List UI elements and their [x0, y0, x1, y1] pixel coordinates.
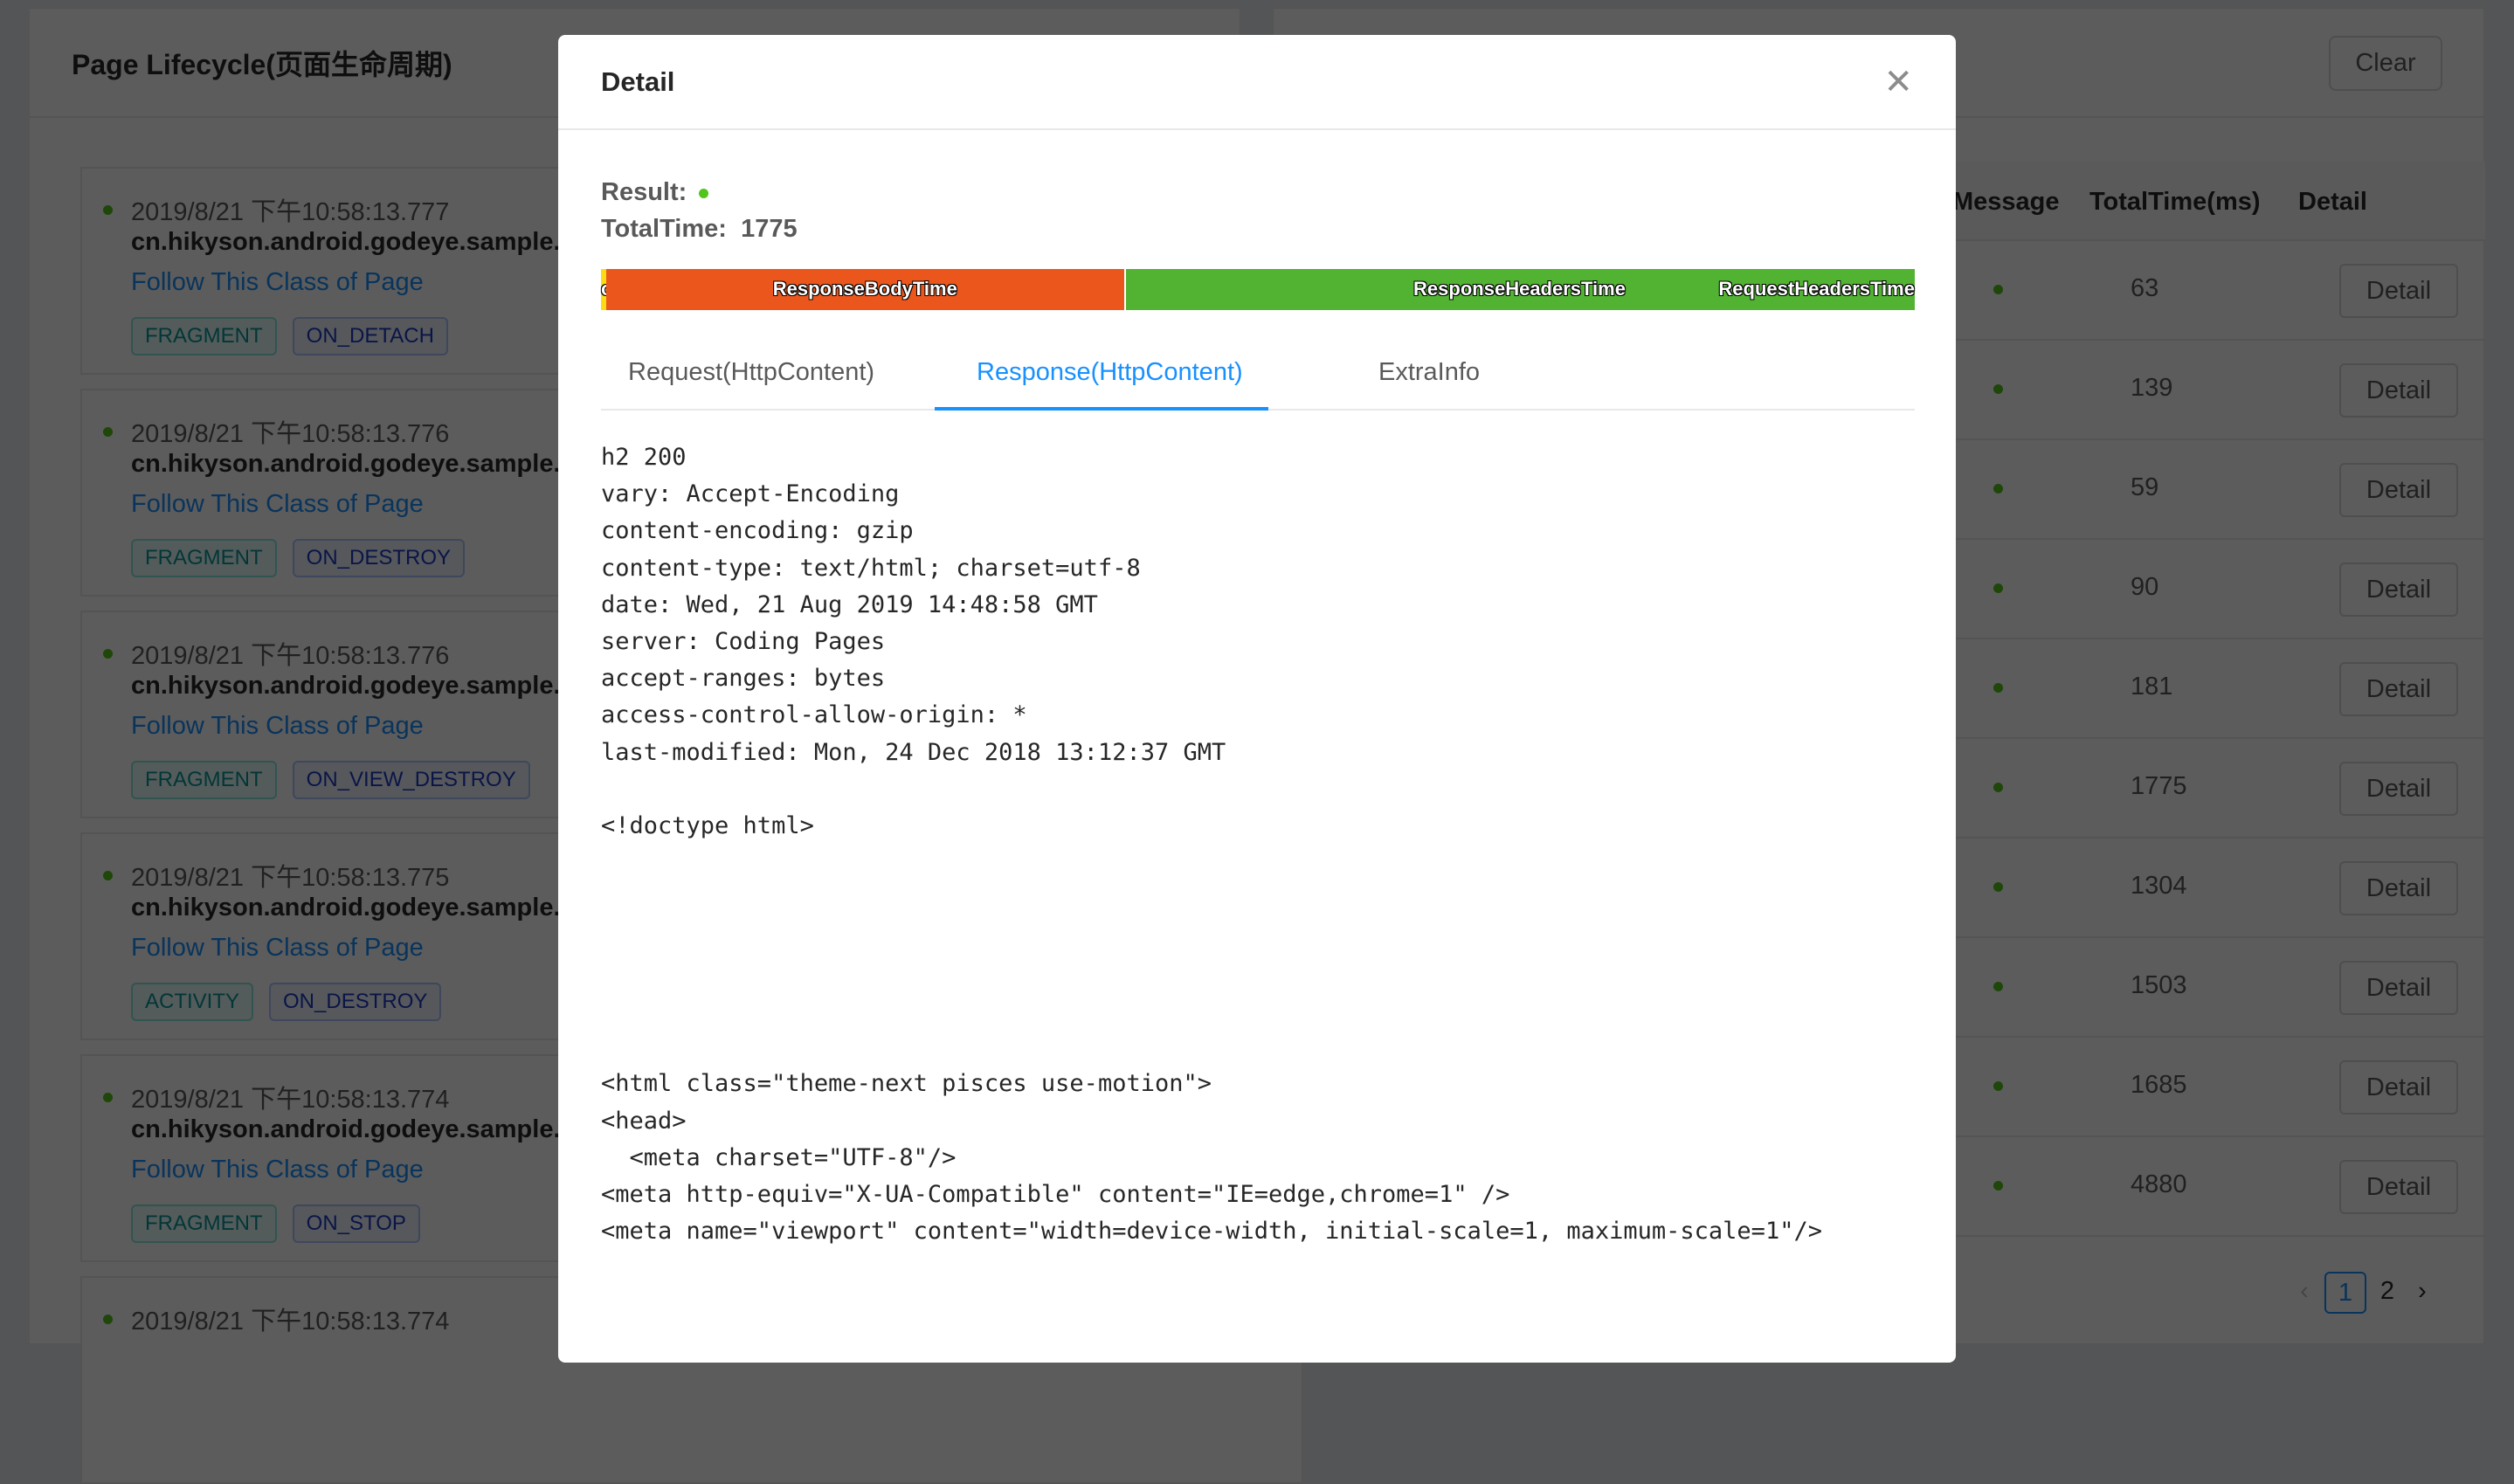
timing-bar: otherTimeResponseBodyTimeResponseHeaders… — [601, 269, 1915, 310]
status-dot — [1993, 683, 2003, 693]
status-dot — [1993, 484, 2003, 494]
timing-segment: ResponseBodyTime — [606, 269, 1124, 310]
timing-segment-label: ResponseBodyTime — [772, 278, 957, 300]
detail-button[interactable]: Detail — [2339, 861, 2458, 915]
detail-button[interactable]: Detail — [2339, 662, 2458, 716]
status-dot — [103, 1315, 113, 1324]
total-time-cell: 1685 — [2131, 1071, 2187, 1099]
detail-button[interactable]: Detail — [2339, 563, 2458, 617]
detail-button[interactable]: Detail — [2339, 264, 2458, 318]
pagination-prev[interactable]: ‹ — [2291, 1272, 2317, 1314]
status-dot — [103, 871, 113, 880]
tab-request[interactable]: Request(HttpContent) — [628, 358, 874, 387]
status-dot — [103, 427, 113, 437]
timing-segment-label: ResponseHeadersTime — [1413, 278, 1626, 300]
detail-tabs: Request(HttpContent) Response(HttpConten… — [601, 349, 1915, 411]
column-header-detail: Detail — [2298, 188, 2367, 216]
pagination-next[interactable]: › — [2409, 1272, 2435, 1314]
status-dot — [1993, 882, 2003, 892]
result-status-dot — [699, 188, 709, 198]
active-tab-indicator — [935, 407, 1268, 411]
event-tag: ON_DETACH — [292, 317, 448, 355]
total-time-cell: 90 — [2131, 573, 2159, 601]
total-time-label: TotalTime: — [601, 215, 727, 243]
status-dot — [103, 1093, 113, 1102]
total-time-value: 1775 — [741, 215, 798, 243]
detail-button[interactable]: Detail — [2339, 363, 2458, 418]
response-content: h2 200 vary: Accept-Encoding content-enc… — [601, 444, 1822, 1246]
tab-extra-info[interactable]: ExtraInfo — [1378, 358, 1480, 387]
type-tag: FRAGMENT — [131, 1204, 277, 1243]
modal-title: Detail — [601, 66, 675, 97]
status-dot — [1993, 285, 2003, 294]
pagination-page-2[interactable]: 2 — [2370, 1272, 2405, 1314]
detail-button[interactable]: Detail — [2339, 1060, 2458, 1115]
modal-header: Detail ✕ — [558, 35, 1956, 130]
total-time-cell: 63 — [2131, 274, 2159, 302]
column-header-total-time: TotalTime(ms) — [2089, 188, 2261, 216]
detail-button[interactable]: Detail — [2339, 463, 2458, 517]
tab-response[interactable]: Response(HttpContent) — [977, 358, 1243, 387]
event-tag: ON_STOP — [292, 1204, 420, 1243]
status-dot — [1993, 583, 2003, 593]
status-dot — [103, 649, 113, 659]
detail-button[interactable]: Detail — [2339, 762, 2458, 816]
timing-segment-label: RequestHeadersTime — [1718, 278, 1915, 300]
result-label: Result: — [601, 178, 709, 207]
type-tag: FRAGMENT — [131, 761, 277, 799]
type-tag: FRAGMENT — [131, 539, 277, 577]
column-header-message: Message — [1952, 188, 2060, 216]
total-time-cell: 4880 — [2131, 1170, 2187, 1198]
detail-button[interactable]: Detail — [2339, 1160, 2458, 1214]
total-time-cell: 181 — [2131, 673, 2173, 701]
status-dot — [1993, 1081, 2003, 1091]
close-icon[interactable]: ✕ — [1883, 62, 1913, 102]
detail-modal: Detail ✕ Result: TotalTime: 1775 otherTi… — [558, 35, 1956, 1363]
total-time-cell: 1775 — [2131, 772, 2187, 800]
status-dot — [1993, 982, 2003, 991]
total-time-cell: 139 — [2131, 374, 2173, 402]
status-dot — [103, 205, 113, 215]
event-tag: ON_DESTROY — [269, 983, 442, 1021]
event-tag: ON_DESTROY — [292, 539, 466, 577]
type-tag: FRAGMENT — [131, 317, 277, 355]
detail-button[interactable]: Detail — [2339, 961, 2458, 1015]
total-time-cell: 1304 — [2131, 872, 2187, 900]
event-tag: ON_VIEW_DESTROY — [292, 761, 530, 799]
total-time-cell: 59 — [2131, 473, 2159, 501]
status-dot — [1993, 1181, 2003, 1191]
pagination-page-1[interactable]: 1 — [2324, 1272, 2366, 1314]
status-dot — [1993, 384, 2003, 394]
timing-segment: RequestHeadersTime — [1718, 269, 1915, 310]
type-tag: ACTIVITY — [131, 983, 254, 1021]
result-label-text: Result: — [601, 178, 687, 206]
total-time-cell: 1503 — [2131, 971, 2187, 999]
total-time-row: TotalTime: 1775 — [601, 215, 798, 244]
status-dot — [1993, 783, 2003, 792]
